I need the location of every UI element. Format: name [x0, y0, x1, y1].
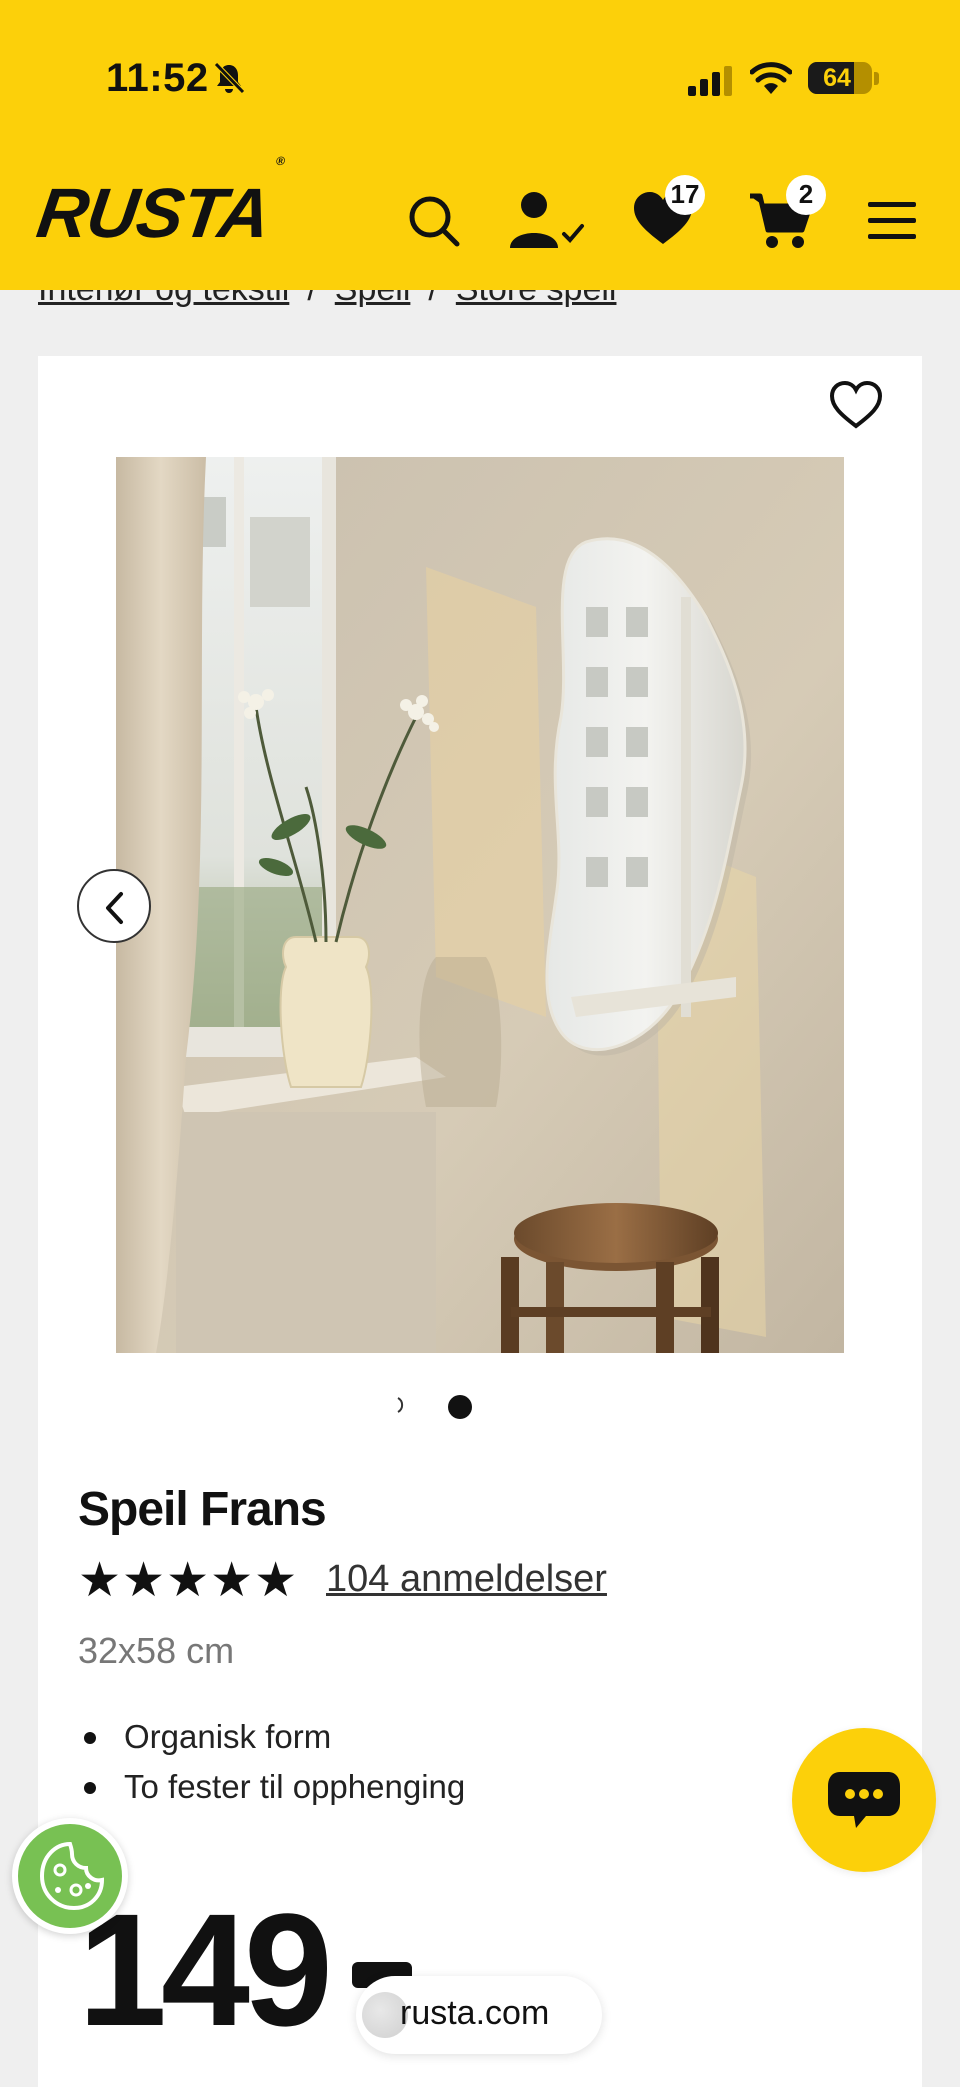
- search-icon[interactable]: [406, 193, 462, 249]
- product-price: 149: [78, 1880, 333, 2059]
- account-icon[interactable]: [508, 190, 588, 250]
- reviews-link[interactable]: 104 anmeldelser: [326, 1558, 607, 1601]
- signal-icon: [688, 66, 732, 96]
- previous-image-button[interactable]: [77, 869, 151, 943]
- feature-item: Organisk form: [78, 1718, 465, 1768]
- logo-text: RUSTA: [32, 174, 275, 252]
- rusta-logo[interactable]: RUSTA®: [33, 154, 286, 252]
- cart-count-badge: 2: [786, 175, 826, 215]
- cookie-settings-button[interactable]: [12, 1818, 128, 1934]
- browser-url-bar[interactable]: rusta.com: [356, 1976, 602, 2054]
- add-to-favorites-heart-icon[interactable]: [828, 380, 884, 430]
- battery-indicator: 64: [808, 62, 872, 94]
- rating-stars: ★★★★★: [78, 1554, 299, 1607]
- product-size: 32x58 cm: [78, 1630, 235, 1671]
- chat-button[interactable]: [792, 1728, 936, 1872]
- carousel-dot-2-active[interactable]: [448, 1395, 472, 1419]
- menu-icon[interactable]: [866, 198, 918, 242]
- battery-level: 64: [823, 64, 851, 92]
- url-text: rusta.com: [400, 1994, 550, 2032]
- product-image[interactable]: [116, 457, 844, 1353]
- status-time: 11:52: [106, 56, 209, 100]
- product-title: Speil Frans: [78, 1483, 327, 1536]
- cookie-icon: [39, 1841, 105, 1911]
- chevron-left-icon: [106, 892, 123, 924]
- chat-bubble-icon: [828, 1772, 900, 1828]
- mirror-scene-illustration: [116, 457, 844, 1353]
- feature-item: To fester til opphenging: [78, 1768, 465, 1818]
- site-header: 11:52 64 RUSTA® 17 2: [0, 0, 960, 290]
- wifi-icon: [750, 62, 792, 94]
- feature-list: Organisk form To fester til opphenging: [78, 1718, 465, 1818]
- logo-registered-mark: ®: [275, 153, 286, 168]
- bell-muted-icon: [214, 62, 245, 94]
- battery-tip: [874, 72, 879, 85]
- carousel-dot-1[interactable]: [392, 1395, 412, 1415]
- wishlist-count-badge: 17: [665, 175, 705, 215]
